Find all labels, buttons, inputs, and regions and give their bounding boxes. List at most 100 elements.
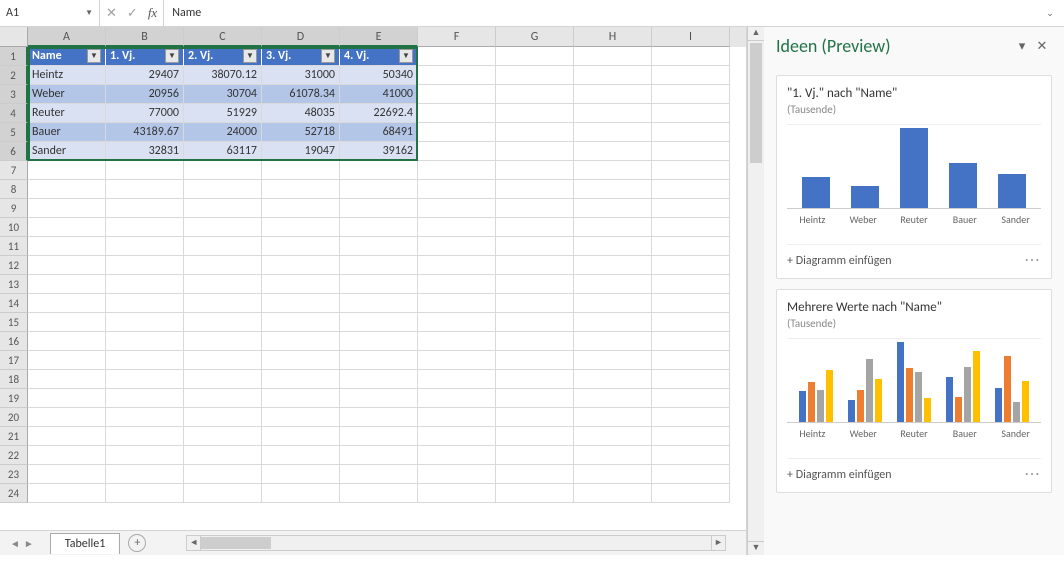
cell[interactable] xyxy=(574,237,652,256)
cell[interactable] xyxy=(652,294,730,313)
cell[interactable]: 68491 xyxy=(340,123,418,142)
row-header[interactable]: 10 xyxy=(0,218,28,237)
cell[interactable] xyxy=(262,446,340,465)
cell[interactable] xyxy=(496,47,574,66)
cell[interactable] xyxy=(574,465,652,484)
cell[interactable] xyxy=(574,370,652,389)
row-header[interactable]: 13 xyxy=(0,275,28,294)
cell[interactable] xyxy=(340,294,418,313)
cell[interactable] xyxy=(652,313,730,332)
sheet-tab[interactable]: Tabelle1 xyxy=(50,533,121,554)
cell[interactable] xyxy=(340,218,418,237)
cell[interactable]: 31000 xyxy=(262,66,340,85)
column-header[interactable]: C xyxy=(184,27,262,47)
column-header[interactable]: B xyxy=(106,27,184,47)
cell[interactable] xyxy=(262,275,340,294)
cell[interactable] xyxy=(496,294,574,313)
insert-chart-button[interactable]: Diagramm einfügen xyxy=(787,468,1025,482)
cell[interactable] xyxy=(340,370,418,389)
cell[interactable] xyxy=(574,389,652,408)
cell[interactable] xyxy=(574,47,652,66)
row-header[interactable]: 11 xyxy=(0,237,28,256)
cell[interactable] xyxy=(184,351,262,370)
cell[interactable] xyxy=(418,484,496,503)
cell[interactable] xyxy=(28,484,106,503)
cell[interactable]: 52718 xyxy=(262,123,340,142)
cell[interactable] xyxy=(652,66,730,85)
cell[interactable] xyxy=(652,351,730,370)
row-header[interactable]: 21 xyxy=(0,427,28,446)
filter-dropdown-icon[interactable]: ▼ xyxy=(399,49,413,63)
cell[interactable] xyxy=(340,484,418,503)
cell[interactable]: Weber xyxy=(28,85,106,104)
filter-dropdown-icon[interactable]: ▼ xyxy=(87,49,101,63)
cell[interactable] xyxy=(574,66,652,85)
cell[interactable] xyxy=(496,237,574,256)
column-header[interactable]: F xyxy=(418,27,496,47)
cell[interactable] xyxy=(496,465,574,484)
cell[interactable] xyxy=(418,85,496,104)
cell[interactable] xyxy=(262,256,340,275)
column-header[interactable]: H xyxy=(574,27,652,47)
row-header[interactable]: 18 xyxy=(0,370,28,389)
cell[interactable] xyxy=(28,332,106,351)
row-header[interactable]: 23 xyxy=(0,465,28,484)
cell[interactable] xyxy=(28,275,106,294)
insert-chart-button[interactable]: Diagramm einfügen xyxy=(787,254,1025,268)
cell[interactable] xyxy=(496,104,574,123)
cell[interactable] xyxy=(184,370,262,389)
cell[interactable] xyxy=(418,370,496,389)
cell[interactable] xyxy=(418,313,496,332)
cell[interactable] xyxy=(418,161,496,180)
cell[interactable] xyxy=(106,218,184,237)
cell[interactable] xyxy=(652,465,730,484)
cell[interactable] xyxy=(496,484,574,503)
row-header[interactable]: 9 xyxy=(0,199,28,218)
filter-dropdown-icon[interactable]: ▼ xyxy=(321,49,335,63)
cell[interactable] xyxy=(496,332,574,351)
add-sheet-button[interactable]: + xyxy=(128,534,146,552)
cell[interactable] xyxy=(496,370,574,389)
cell[interactable]: 1. Vj.▼ xyxy=(106,47,184,66)
cell[interactable] xyxy=(106,161,184,180)
row-header[interactable]: 5 xyxy=(0,123,28,142)
cell[interactable] xyxy=(262,237,340,256)
formula-input[interactable]: Name xyxy=(164,0,1036,26)
cell[interactable] xyxy=(652,218,730,237)
cell[interactable] xyxy=(418,294,496,313)
cell[interactable] xyxy=(340,237,418,256)
cell[interactable] xyxy=(574,427,652,446)
cell[interactable] xyxy=(106,408,184,427)
cell[interactable]: 2. Vj.▼ xyxy=(184,47,262,66)
cell[interactable]: 4. Vj.▼ xyxy=(340,47,418,66)
chevron-down-icon[interactable]: ▼ xyxy=(85,8,93,18)
cell[interactable] xyxy=(106,465,184,484)
cell[interactable] xyxy=(652,446,730,465)
idea-card[interactable]: Mehrere Werte nach "Name"(Tausende)Heint… xyxy=(776,289,1052,493)
cell[interactable] xyxy=(652,275,730,294)
cell[interactable] xyxy=(574,484,652,503)
cell[interactable] xyxy=(652,85,730,104)
cell[interactable] xyxy=(418,123,496,142)
filter-dropdown-icon[interactable]: ▼ xyxy=(243,49,257,63)
cell[interactable] xyxy=(496,142,574,161)
scroll-left-icon[interactable]: ◄ xyxy=(187,536,201,550)
cell[interactable] xyxy=(184,446,262,465)
cell[interactable] xyxy=(496,123,574,142)
row-header[interactable]: 6 xyxy=(0,142,28,161)
idea-card[interactable]: "1. Vj." nach "Name"(Tausende)HeintzWebe… xyxy=(776,75,1052,279)
cell[interactable] xyxy=(418,104,496,123)
cell[interactable] xyxy=(496,313,574,332)
more-options-icon[interactable]: ··· xyxy=(1025,253,1041,268)
pane-options-icon[interactable]: ▾ xyxy=(1012,39,1032,54)
cell[interactable] xyxy=(262,465,340,484)
cell[interactable] xyxy=(184,389,262,408)
cell[interactable]: 39162 xyxy=(340,142,418,161)
cell[interactable] xyxy=(184,256,262,275)
cell[interactable]: 19047 xyxy=(262,142,340,161)
cell[interactable] xyxy=(574,85,652,104)
cell[interactable] xyxy=(262,180,340,199)
cell[interactable] xyxy=(652,370,730,389)
cell[interactable] xyxy=(262,161,340,180)
cell[interactable] xyxy=(496,66,574,85)
